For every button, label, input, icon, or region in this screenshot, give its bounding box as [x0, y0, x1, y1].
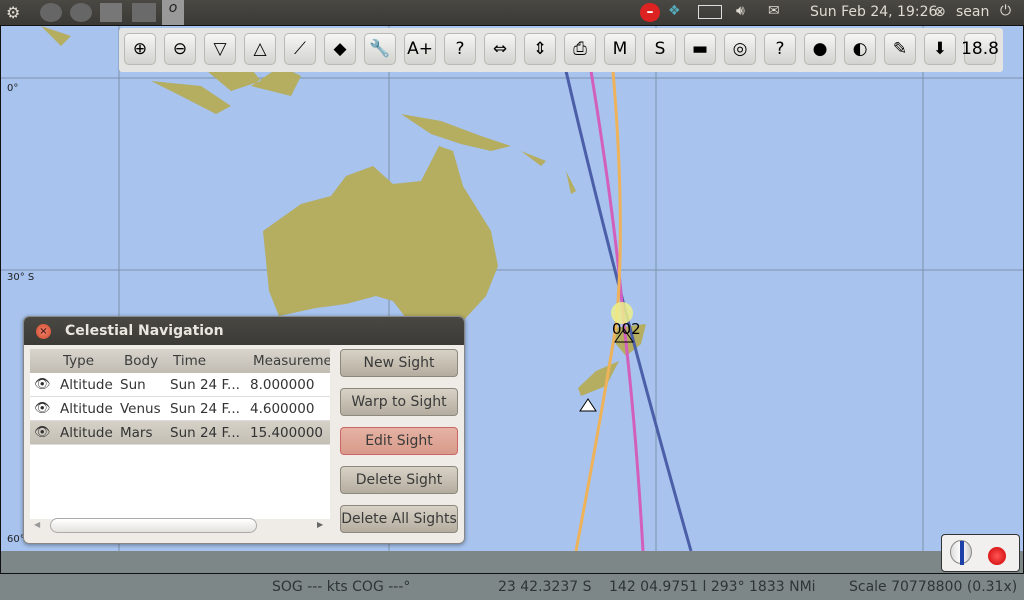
compass-gps-widget[interactable] [941, 534, 1020, 572]
cell-measurement: 15.400000 [250, 425, 324, 441]
cell-type: Altitude [60, 425, 113, 441]
column-header-measurement[interactable]: Measurement [253, 353, 330, 369]
delete-sight-button[interactable]: Delete Sight [340, 466, 458, 494]
browser-icon[interactable] [40, 3, 62, 22]
browser-icon[interactable] [70, 3, 92, 22]
scrollbar-thumb[interactable] [50, 518, 257, 533]
land-australia [263, 146, 498, 328]
column-header-time[interactable]: Time [173, 353, 206, 369]
scroll-right-icon[interactable]: ▶ [317, 520, 323, 529]
gps-status-icon [988, 547, 1006, 565]
cell-body: Sun [120, 377, 146, 393]
current-icon[interactable]: ⇕ [524, 33, 556, 65]
logbook-icon[interactable]: ✎ [884, 33, 916, 65]
dashboard-icon[interactable]: ◐ [844, 33, 876, 65]
power-icon[interactable]: ⏻ [1000, 3, 1011, 22]
user-icon[interactable]: ⊗ [934, 4, 946, 23]
ubuntu-logo-icon[interactable]: ⚙ [6, 3, 20, 22]
status-bar: SOG --- kts COG ---° 23 42.3237 S 142 04… [0, 575, 1024, 600]
workspace-icon[interactable] [132, 3, 156, 22]
lat-label: 0° [7, 83, 19, 94]
chart-scale: Scale 70778800 (0.31x) [849, 579, 1018, 595]
scale-down-icon[interactable]: ▽ [204, 33, 236, 65]
cursor-lon-bearing-distance: 142 04.9751 l 293° 1833 NMi [609, 579, 816, 595]
main-toolbar: ⊕ ⊖ ▽ △ ⟋ ◆ 🔧 A+? ⇔ ⇕ ⎙ M S ▬ ◎? ● ◐ ✎ ⬇ 18.8 [119, 28, 1003, 72]
app-icon[interactable]: o [162, 0, 184, 25]
text-add-icon[interactable]: A+ [404, 33, 436, 65]
instrument-icon[interactable]: 18.8 [961, 33, 999, 65]
land-islands [521, 151, 576, 194]
delete-all-sights-button[interactable]: Delete All Sights [340, 505, 458, 533]
edit-sight-button[interactable]: Edit Sight [340, 427, 458, 455]
print-icon[interactable]: ⎙ [564, 33, 596, 65]
stop-icon[interactable]: – [640, 3, 660, 22]
cell-measurement: 8.000000 [250, 377, 315, 393]
list-header: Type Body Time Measurement [30, 349, 330, 373]
map-bottom-strip [1, 551, 1023, 573]
table-row[interactable]: 👁︎ Altitude Sun Sun 24 F... 8.000000 [30, 373, 330, 397]
zoom-out-icon[interactable]: ⊖ [164, 33, 196, 65]
celestial-icon[interactable]: ● [804, 33, 836, 65]
chart-label: 002 [612, 320, 641, 338]
user-name[interactable]: sean [956, 4, 989, 23]
sights-list[interactable]: Type Body Time Measurement 👁︎ Altitude S… [30, 349, 330, 519]
help-icon[interactable]: ? [764, 33, 796, 65]
track-icon[interactable]: S [644, 33, 676, 65]
table-row[interactable]: 👁︎ Altitude Venus Sun 24 F... 4.600000 [30, 397, 330, 421]
cell-type: Altitude [60, 377, 113, 393]
top-panel: ⚙ o – ❖ 🔊︎ ✉ Sun Feb 24, 19:26 ⊗ sean ⏻ [0, 0, 1024, 25]
lifebuoy-icon[interactable]: ◎ [724, 33, 756, 65]
compass-icon [950, 540, 972, 565]
horizontal-scrollbar[interactable]: ◀ ▶ [30, 517, 330, 533]
volume-icon[interactable]: 🔊︎ [736, 3, 745, 22]
land-new-guinea [401, 114, 511, 151]
tide-icon[interactable]: ⇔ [484, 33, 516, 65]
scroll-left-icon[interactable]: ◀ [34, 520, 40, 529]
celestial-navigation-dialog: × Celestial Navigation Type Body Time Me… [23, 316, 465, 544]
cell-body: Venus [120, 401, 161, 417]
query-icon[interactable]: ? [444, 33, 476, 65]
lat-label: 30° S [7, 272, 35, 283]
dropbox-icon[interactable]: ❖ [668, 3, 681, 22]
window-icon[interactable] [100, 3, 122, 22]
dialog-titlebar: × Celestial Navigation [24, 317, 464, 345]
cell-measurement: 4.600000 [250, 401, 315, 417]
cell-time: Sun 24 F... [170, 425, 240, 441]
tide-station-icon [579, 398, 597, 412]
visibility-eye-icon[interactable]: 👁︎ [34, 401, 51, 416]
download-icon[interactable]: ⬇ [924, 33, 956, 65]
warp-to-sight-button[interactable]: Warp to Sight [340, 388, 458, 416]
sog-cog: SOG --- kts COG ---° [272, 579, 411, 595]
cell-body: Mars [120, 425, 153, 441]
table-row[interactable]: 👁︎ Altitude Mars Sun 24 F... 15.400000 [30, 421, 330, 445]
cell-time: Sun 24 F... [170, 377, 240, 393]
cell-type: Altitude [60, 401, 113, 417]
dialog-title: Celestial Navigation [65, 323, 224, 339]
battery-icon[interactable] [698, 5, 722, 19]
route-icon[interactable]: ⟋ [284, 33, 316, 65]
mail-icon[interactable]: ✉ [768, 3, 780, 22]
column-header-body[interactable]: Body [124, 353, 158, 369]
ship-icon[interactable]: ◆ [324, 33, 356, 65]
column-header-type[interactable]: Type [63, 353, 94, 369]
clock[interactable]: Sun Feb 24, 19:26 [810, 4, 937, 23]
zoom-in-icon[interactable]: ⊕ [124, 33, 156, 65]
settings-wrench-icon[interactable]: 🔧 [364, 33, 396, 65]
new-sight-button[interactable]: New Sight [340, 349, 458, 377]
chart-bar-icon[interactable]: ▬ [684, 33, 716, 65]
cell-time: Sun 24 F... [170, 401, 240, 417]
cursor-latitude: 23 42.3237 S [498, 579, 592, 595]
visibility-eye-icon[interactable]: 👁︎ [34, 377, 51, 392]
route-manager-icon[interactable]: M [604, 33, 636, 65]
close-icon[interactable]: × [36, 324, 51, 339]
scale-up-icon[interactable]: △ [244, 33, 276, 65]
visibility-eye-icon[interactable]: 👁︎ [34, 425, 51, 440]
